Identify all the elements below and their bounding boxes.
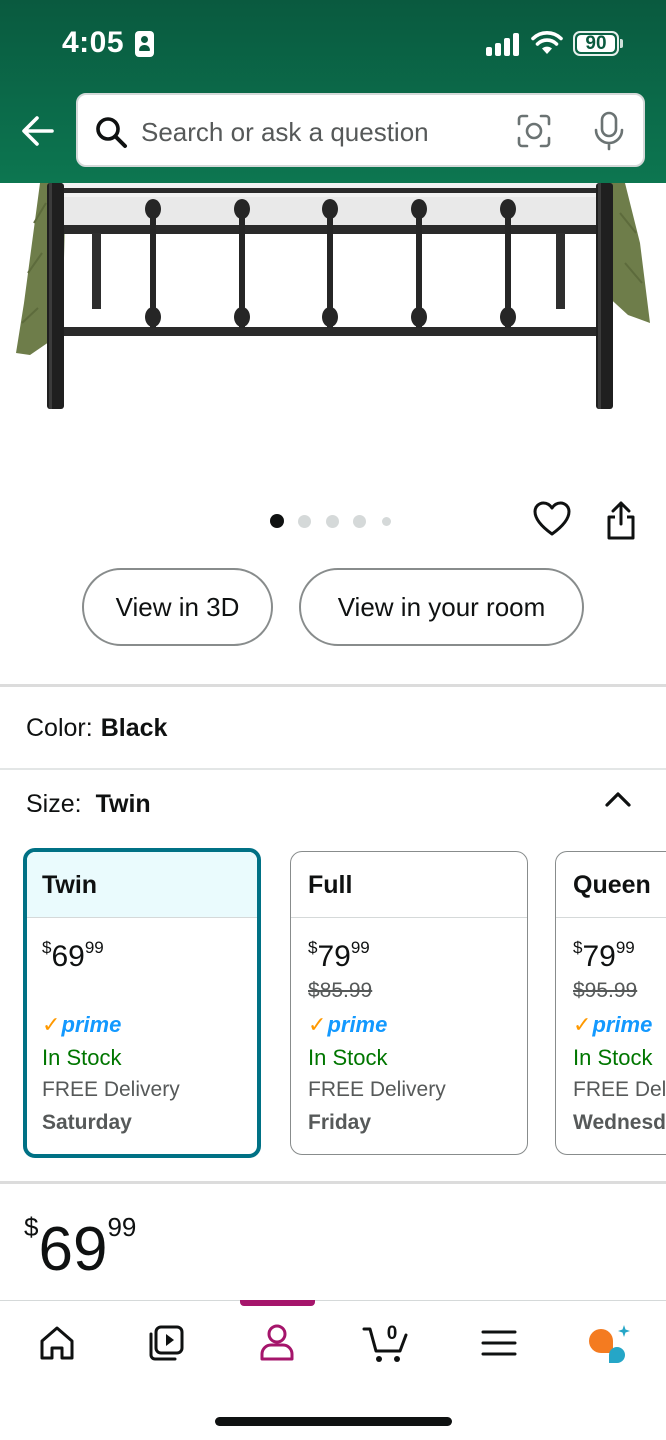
delivery-text: FREE Delivery: [308, 1078, 446, 1101]
size-option-price: $6999: [42, 938, 104, 973]
prime-check-icon: ✓: [42, 1012, 61, 1037]
view-in-your-room-button[interactable]: View in your room: [299, 568, 584, 646]
price-whole: 69: [38, 1215, 108, 1284]
cart-icon[interactable]: 0: [362, 1321, 412, 1365]
delivery-day: Friday: [308, 1111, 372, 1134]
size-option-price: $7999: [308, 938, 370, 973]
wifi-icon: [531, 31, 563, 54]
prime-check-icon: ✓: [308, 1012, 327, 1037]
share-icon[interactable]: [603, 500, 639, 542]
size-value: Twin: [95, 790, 151, 818]
prime-badge: ✓prime: [308, 1012, 388, 1037]
prime-badge: ✓prime: [573, 1012, 653, 1037]
view-in-3d-button[interactable]: View in 3D: [82, 568, 273, 646]
heart-icon[interactable]: [532, 500, 572, 538]
video-icon[interactable]: [144, 1321, 188, 1365]
active-tab-indicator: [240, 1300, 315, 1306]
section-divider: [0, 684, 666, 687]
pager-dot[interactable]: [353, 515, 366, 528]
battery-level: 90: [577, 34, 615, 53]
stock-status: In Stock: [308, 1045, 388, 1070]
size-option-name: Queen: [556, 852, 666, 918]
search-bar[interactable]: [76, 93, 645, 167]
chevron-up-icon[interactable]: [603, 787, 633, 811]
size-option-name: Twin: [27, 852, 257, 918]
price-currency: $: [24, 1212, 39, 1242]
battery-cap: [620, 39, 623, 48]
size-option-price: $7999: [573, 938, 635, 973]
pager-dot[interactable]: [382, 517, 391, 526]
product-image[interactable]: [0, 183, 666, 493]
size-option-name: Full: [291, 852, 527, 918]
size-option-full[interactable]: Full $7999 $85.99 ✓prime In Stock FREE D…: [290, 851, 528, 1155]
section-divider: [0, 1181, 666, 1184]
home-indicator: [215, 1417, 452, 1426]
prime-check-icon: ✓: [573, 1012, 592, 1037]
app-header: 4:05 90: [0, 0, 666, 183]
image-pager[interactable]: [270, 514, 400, 528]
list-price: $85.99: [308, 979, 373, 1002]
status-time: 4:05: [62, 26, 125, 59]
size-option-twin[interactable]: Twin $6999 ✓prime In Stock FREE Delivery…: [23, 848, 261, 1158]
prime-badge: ✓prime: [42, 1012, 122, 1037]
pager-dot-active[interactable]: [270, 514, 284, 528]
rufus-icon[interactable]: [587, 1321, 631, 1365]
delivery-day: Saturday: [42, 1111, 132, 1134]
section-divider: [0, 768, 666, 770]
microphone-icon[interactable]: [592, 111, 626, 151]
size-label: Size:: [26, 790, 82, 818]
size-option-queen[interactable]: Queen $7999 $95.99 ✓prime In Stock FREE …: [555, 851, 666, 1155]
id-card-icon: [135, 31, 154, 57]
search-icon: [96, 117, 127, 148]
home-icon[interactable]: [35, 1321, 79, 1365]
stock-status: In Stock: [42, 1045, 122, 1070]
product-price: $6999: [24, 1212, 136, 1285]
camera-lens-icon[interactable]: [516, 113, 552, 149]
size-selection[interactable]: Size: Twin: [26, 790, 151, 819]
battery-icon: 90: [573, 31, 619, 56]
delivery-day: Wednesday: [573, 1111, 666, 1134]
color-label: Color:: [26, 714, 93, 742]
bed-frame-illustration: [16, 183, 650, 409]
delivery-text: FREE Delivery: [573, 1078, 666, 1101]
cellular-signal-icon: [486, 32, 522, 56]
color-selection: Color: Black: [26, 714, 167, 743]
color-value: Black: [100, 714, 168, 742]
back-arrow-icon[interactable]: [18, 110, 58, 152]
cart-count: 0: [387, 1323, 398, 1344]
list-price: $95.99: [573, 979, 638, 1002]
pager-dot[interactable]: [326, 515, 339, 528]
menu-icon[interactable]: [477, 1321, 521, 1365]
stock-status: In Stock: [573, 1045, 653, 1070]
delivery-text: FREE Delivery: [42, 1078, 180, 1101]
pager-dot[interactable]: [298, 515, 311, 528]
price-fraction: 99: [107, 1212, 137, 1242]
account-icon[interactable]: [255, 1321, 299, 1365]
search-input[interactable]: [141, 114, 501, 150]
